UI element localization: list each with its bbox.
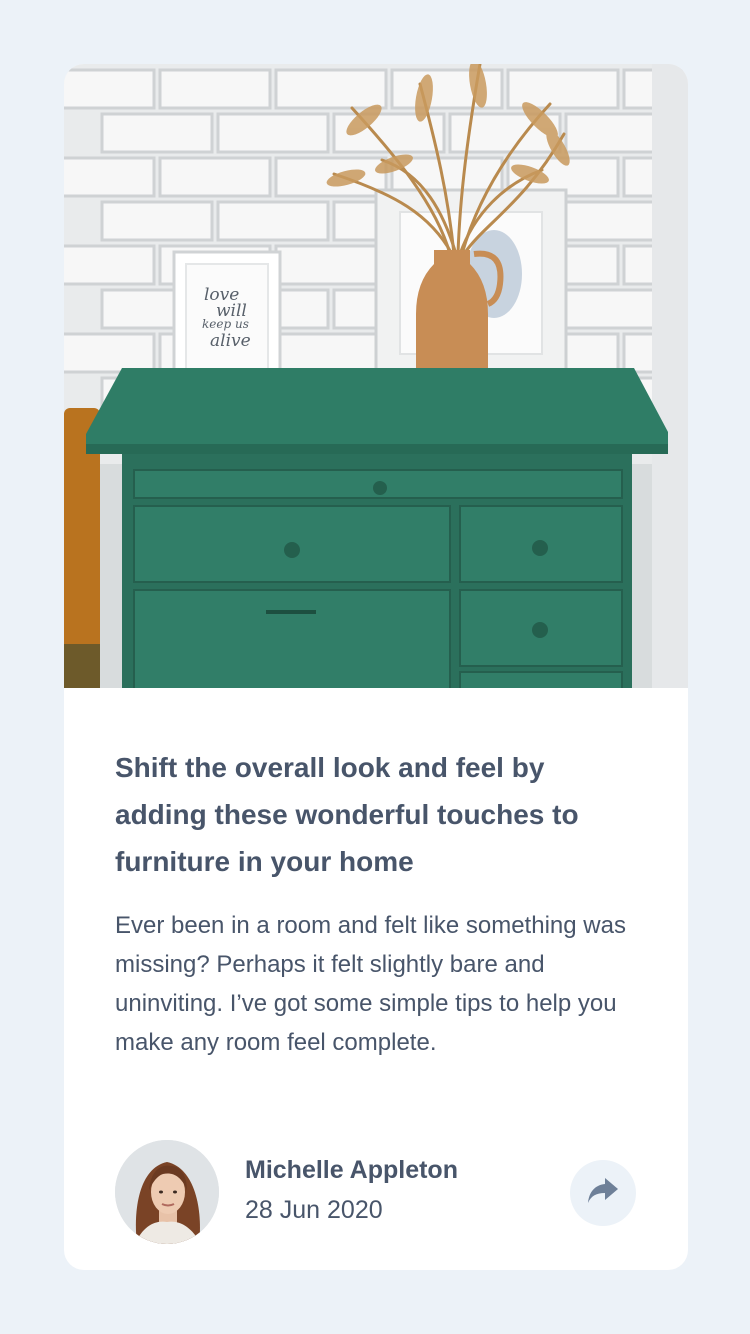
article-card: love will keep us alive Shift the overal… <box>64 64 688 1270</box>
share-button[interactable] <box>570 1160 636 1226</box>
svg-text:keep us: keep us <box>202 317 249 331</box>
svg-text:alive: alive <box>210 331 251 351</box>
article-excerpt: Ever been in a room and felt like someth… <box>115 912 626 1056</box>
article-content: Shift the overall look and feel by addin… <box>115 744 640 1062</box>
author-name: Michelle Appleton <box>245 1156 458 1184</box>
publish-date: 28 Jun 2020 <box>245 1196 383 1224</box>
author-footer: Michelle Appleton 28 Jun 2020 <box>115 1140 636 1244</box>
avatar <box>115 1140 219 1244</box>
hero-image: love will keep us alive <box>64 64 688 688</box>
share-icon <box>587 1177 619 1210</box>
article-title[interactable]: Shift the overall look and feel by addin… <box>115 744 640 885</box>
